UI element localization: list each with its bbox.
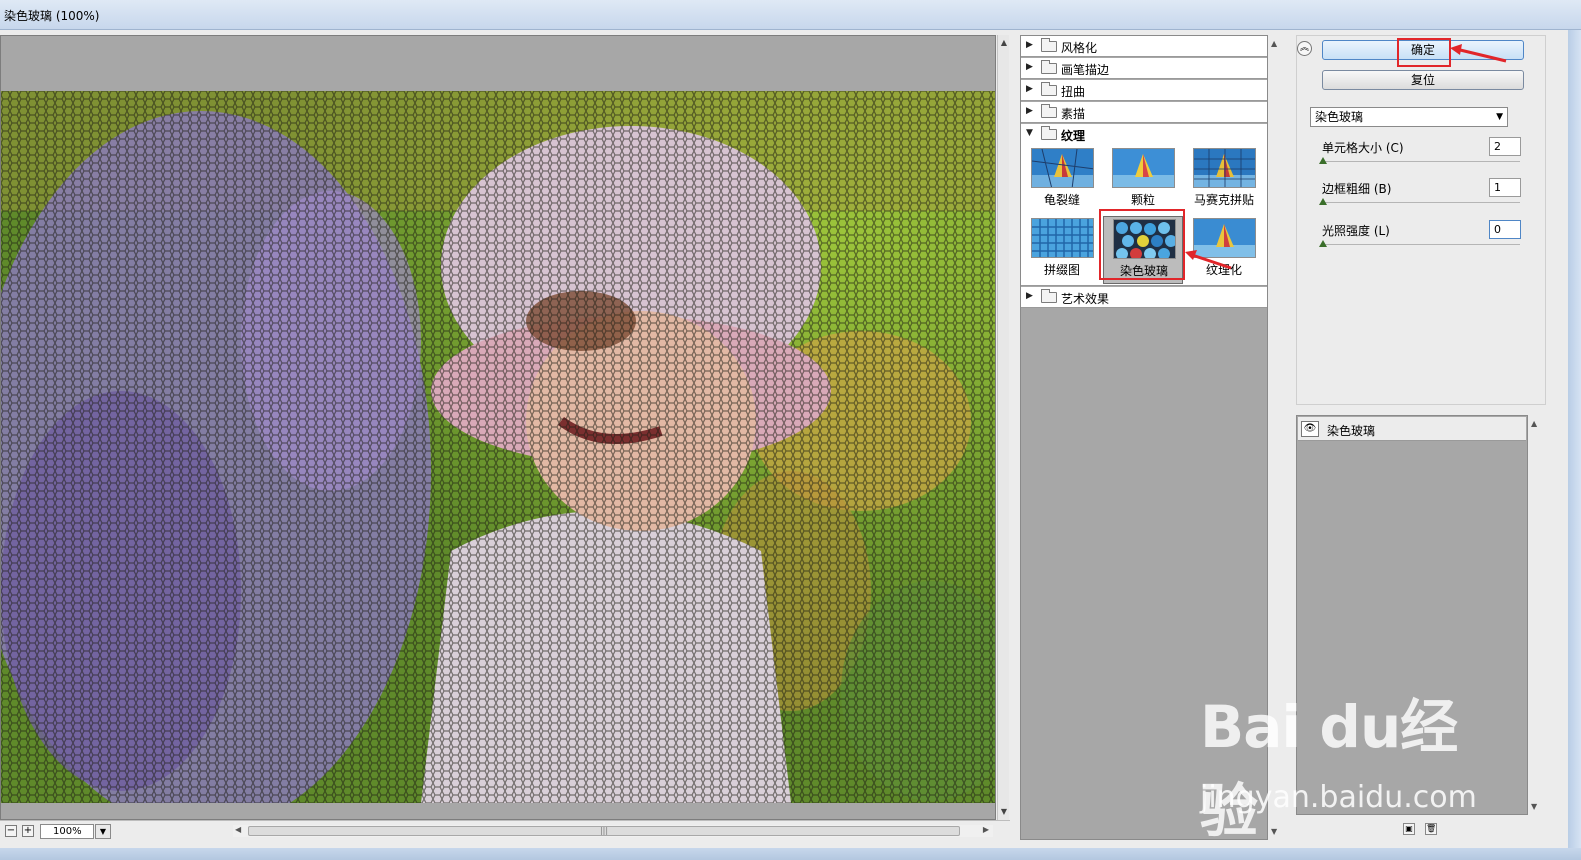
zoom-bar: − + 100% ▼ ◀ ||| ▶	[0, 820, 1010, 840]
annotation-arrow-icon	[1185, 250, 1232, 270]
highlight-box-ok	[1397, 38, 1451, 67]
folder-open-icon	[1041, 126, 1057, 140]
scroll-thumb[interactable]: |||	[248, 826, 960, 836]
param-cell-size: 单元格大小 (C) 2	[1319, 137, 1522, 171]
gallery-scrollbar[interactable]: ▲ ▼	[1268, 35, 1282, 840]
scroll-up-icon[interactable]: ▲	[1271, 39, 1277, 48]
window-title: 染色玻璃 (100%)	[4, 9, 100, 23]
filter-thumb-grain[interactable]: 颗粒	[1103, 146, 1183, 214]
zoom-out-button[interactable]: −	[5, 825, 17, 837]
collapse-panel-icon[interactable]: ︽	[1297, 41, 1312, 56]
thumbnail-image	[1193, 148, 1256, 188]
folder-icon	[1041, 289, 1057, 303]
thumbnail-image	[1031, 148, 1094, 188]
trash-icon[interactable]: 🗑	[1425, 823, 1437, 835]
scroll-left-icon[interactable]: ◀	[235, 825, 241, 834]
category-texture[interactable]: ▼ 纹理	[1021, 124, 1267, 145]
light-intensity-input[interactable]: 0	[1489, 220, 1521, 239]
category-distort[interactable]: ▶ 扭曲	[1021, 80, 1267, 101]
eye-visibility-icon[interactable]: 👁	[1301, 421, 1319, 437]
zoom-level-field[interactable]: 100%	[40, 824, 94, 839]
scroll-right-icon[interactable]: ▶	[983, 825, 989, 834]
preview-horizontal-scrollbar[interactable]: ◀ ||| ▶	[233, 825, 993, 837]
category-sketch[interactable]: ▶ 素描	[1021, 102, 1267, 123]
slider-handle[interactable]	[1319, 240, 1327, 247]
filter-thumb-craquelure[interactable]: 龟裂缝	[1022, 146, 1102, 214]
preview-vertical-scrollbar[interactable]: ▲ ▼	[997, 35, 1009, 820]
effect-layers-panel: 👁 染色玻璃	[1296, 415, 1528, 815]
slider-track[interactable]	[1322, 244, 1520, 245]
scroll-up-icon[interactable]: ▲	[999, 38, 1009, 48]
category-artistic[interactable]: ▶ 艺术效果	[1021, 287, 1267, 308]
reset-button[interactable]: 复位	[1322, 70, 1524, 90]
filter-thumb-patchwork[interactable]: 拼缀图	[1022, 216, 1102, 284]
title-bar: 染色玻璃 (100%)	[0, 0, 1581, 30]
window-frame-bottom	[0, 848, 1581, 860]
collapse-triangle-icon[interactable]: ▼	[1026, 128, 1033, 138]
effect-layer-item[interactable]: 👁 染色玻璃	[1298, 417, 1526, 441]
slider-handle[interactable]	[1319, 157, 1327, 164]
scroll-up-icon[interactable]: ▲	[1531, 419, 1537, 428]
zoom-in-button[interactable]: +	[22, 825, 34, 837]
preview-area[interactable]	[0, 35, 996, 820]
expand-triangle-icon[interactable]: ▶	[1026, 62, 1033, 72]
expand-triangle-icon[interactable]: ▶	[1026, 84, 1033, 94]
expand-triangle-icon[interactable]: ▶	[1026, 40, 1033, 50]
preview-image[interactable]	[1, 91, 995, 803]
filter-type-select[interactable]: 染色玻璃 ▼	[1310, 107, 1508, 127]
annotation-arrow-icon	[1450, 44, 1507, 63]
highlight-box-stained-glass	[1099, 209, 1185, 280]
thumbnail-image	[1112, 148, 1175, 188]
scroll-down-icon[interactable]: ▼	[1271, 827, 1277, 836]
zoom-dropdown-button[interactable]: ▼	[95, 824, 111, 839]
stained-glass-photo	[1, 91, 995, 803]
border-thickness-input[interactable]: 1	[1489, 178, 1521, 197]
folder-icon	[1041, 82, 1057, 96]
param-border-thickness: 边框粗细 (B) 1	[1319, 178, 1522, 212]
scroll-down-icon[interactable]: ▼	[999, 807, 1009, 817]
thumbnail-image	[1031, 218, 1094, 258]
category-brush-strokes[interactable]: ▶ 画笔描边	[1021, 58, 1267, 79]
slider-handle[interactable]	[1319, 198, 1327, 205]
filter-gallery: ▶ 风格化 ▶ 画笔描边 ▶ 扭曲 ▶ 素描 ▼ 纹理 龟裂缝 颗粒 马赛克拼贴…	[1020, 35, 1268, 840]
expand-triangle-icon[interactable]: ▶	[1026, 291, 1033, 301]
expand-triangle-icon[interactable]: ▶	[1026, 106, 1033, 116]
scroll-down-icon[interactable]: ▼	[1531, 802, 1537, 811]
folder-icon	[1041, 38, 1057, 52]
slider-track[interactable]	[1322, 161, 1520, 162]
new-effect-layer-icon[interactable]: ▣	[1403, 823, 1415, 835]
layers-scrollbar[interactable]: ▲ ▼	[1528, 415, 1542, 815]
chevron-down-icon: ▼	[1496, 112, 1503, 122]
folder-icon	[1041, 104, 1057, 118]
cell-size-input[interactable]: 2	[1489, 137, 1521, 156]
slider-track[interactable]	[1322, 202, 1520, 203]
category-stylize[interactable]: ▶ 风格化	[1021, 36, 1267, 57]
filter-thumb-mosaic-tiles[interactable]: 马赛克拼贴	[1184, 146, 1264, 214]
window-frame-right	[1568, 30, 1581, 860]
folder-icon	[1041, 60, 1057, 74]
param-light-intensity: 光照强度 (L) 0	[1319, 220, 1522, 254]
